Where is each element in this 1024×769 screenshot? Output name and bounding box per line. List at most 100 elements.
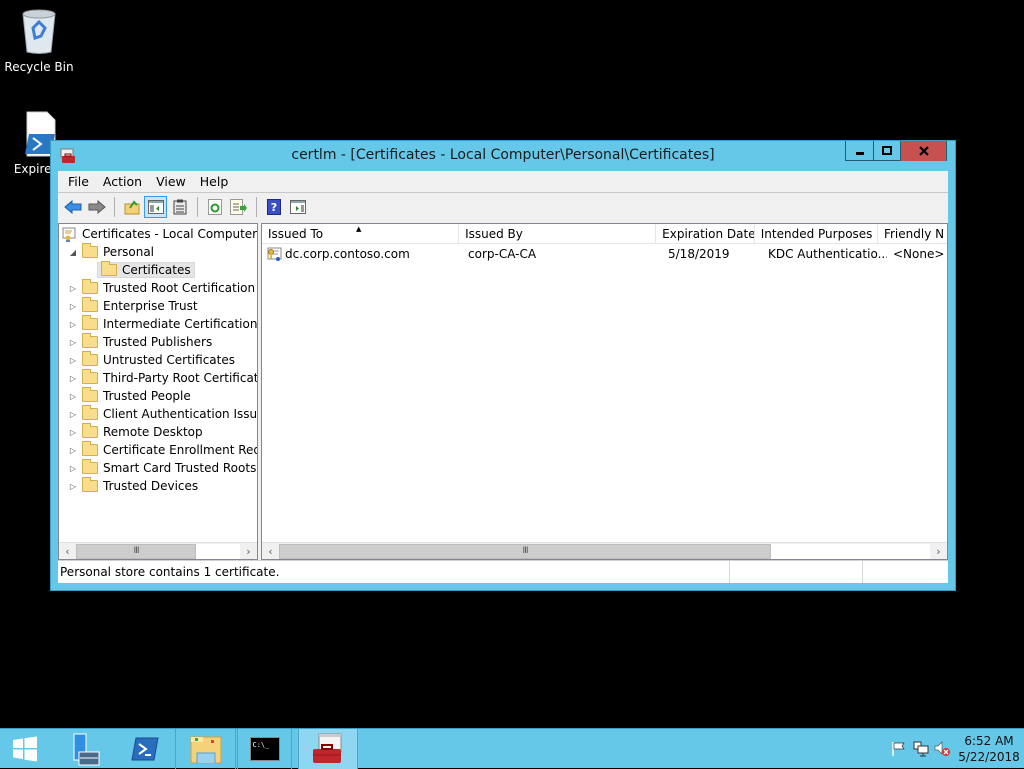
collapsed-arrow-icon[interactable]: ▷	[67, 482, 79, 491]
svg-text:?: ?	[270, 201, 276, 214]
folder-icon	[82, 315, 98, 330]
maximize-button[interactable]	[873, 141, 900, 161]
collapsed-arrow-icon[interactable]: ▷	[67, 392, 79, 401]
show-hide-tree-button[interactable]	[144, 196, 167, 218]
certlm-window: certlm - [Certificates - Local Computer\…	[50, 140, 956, 591]
tree-item[interactable]: Certificates	[97, 261, 195, 279]
tree-item[interactable]: ▷ Trusted Devices	[67, 477, 198, 495]
toolbar: ?	[58, 193, 948, 221]
tree-item[interactable]: ▷ Remote Desktop	[67, 423, 203, 441]
column-expiration-date[interactable]: Expiration Date	[656, 224, 755, 244]
tree-item[interactable]: ▷ Client Authentication Issuers	[67, 405, 258, 423]
certificate-icon	[267, 247, 282, 261]
cell-issued-by: corp-CA-CA	[468, 246, 537, 261]
title-bar[interactable]: certlm - [Certificates - Local Computer\…	[51, 141, 955, 171]
show-action-pane-icon	[289, 200, 306, 214]
back-button[interactable]	[61, 196, 84, 218]
tree-item[interactable]: ▷ Certificate Enrollment Reques	[67, 441, 257, 459]
tree-item-label: Client Authentication Issuers	[103, 407, 258, 421]
export-list-button[interactable]	[227, 196, 250, 218]
taskbar-file-explorer[interactable]	[175, 729, 236, 769]
column-issued-by[interactable]: Issued By	[459, 224, 657, 244]
collapsed-arrow-icon[interactable]: ▷	[67, 428, 79, 437]
menu-help[interactable]: Help	[193, 174, 236, 189]
scroll-right-button[interactable]: ›	[240, 543, 257, 560]
folder-icon	[82, 243, 98, 258]
minimize-button[interactable]	[846, 141, 873, 161]
tree-item[interactable]: ▷ Trusted Publishers	[67, 333, 212, 351]
tree-item-label: Certificate Enrollment Reques	[103, 443, 257, 457]
tree-item[interactable]: ▷ Intermediate Certification Au	[67, 315, 257, 333]
tree-item-content: Personal	[79, 243, 154, 259]
collapsed-arrow-icon[interactable]: ▷	[67, 284, 79, 293]
folder-icon	[82, 369, 98, 384]
menu-view[interactable]: View	[149, 174, 193, 189]
tree-item[interactable]: ▷ Enterprise Trust	[67, 297, 198, 315]
collapsed-arrow-icon[interactable]: ▷	[67, 320, 79, 329]
tree-item[interactable]: ▷ Smart Card Trusted Roots	[67, 459, 256, 477]
volume-button[interactable]	[932, 738, 954, 760]
clock[interactable]: 6:52 AM 5/22/2018	[954, 733, 1024, 765]
collapsed-arrow-icon[interactable]: ▷	[67, 338, 79, 347]
certificate-list: Issued To ▲ Issued By Expiration Date In…	[261, 223, 948, 560]
scroll-thumb[interactable]: III	[279, 543, 771, 559]
taskbar-powershell[interactable]	[117, 729, 172, 769]
tree-item-label: Untrusted Certificates	[103, 353, 235, 367]
tree-item[interactable]: ◢ Personal	[67, 243, 154, 261]
clock-time: 6:52 AM	[964, 734, 1014, 748]
taskbar-server-manager[interactable]	[55, 729, 110, 769]
menu-action[interactable]: Action	[96, 174, 149, 189]
scroll-thumb[interactable]: III	[76, 543, 196, 559]
expanded-arrow-icon[interactable]: ◢	[67, 248, 79, 257]
forward-button[interactable]	[85, 196, 108, 218]
tree-item-label: Smart Card Trusted Roots	[103, 461, 257, 475]
help-icon: ?	[266, 199, 281, 215]
column-intended-purposes[interactable]: Intended Purposes	[755, 224, 878, 244]
show-action-pane-button[interactable]	[286, 196, 309, 218]
list-horizontal-scrollbar[interactable]: ‹ III ›	[262, 542, 947, 559]
column-issued-to[interactable]: Issued To ▲	[262, 224, 460, 244]
scroll-left-button[interactable]: ‹	[262, 543, 279, 560]
tree-item-content: Trusted Publishers	[79, 333, 212, 349]
help-button[interactable]: ?	[262, 196, 285, 218]
collapsed-arrow-icon[interactable]: ▷	[67, 410, 79, 419]
system-tray: 6:52 AM 5/22/2018	[888, 729, 1024, 769]
start-button[interactable]	[0, 729, 50, 769]
refresh-button[interactable]	[203, 196, 226, 218]
taskbar-certlm[interactable]	[298, 729, 358, 769]
collapsed-arrow-icon[interactable]: ▷	[67, 356, 79, 365]
tree-item[interactable]: ▷ Trusted People	[67, 387, 191, 405]
tree-item-label: Enterprise Trust	[103, 299, 198, 313]
server-manager-icon	[73, 733, 99, 766]
paste-button[interactable]	[168, 196, 191, 218]
column-friendly-name[interactable]: Friendly N	[878, 224, 947, 244]
scroll-right-button[interactable]: ›	[930, 543, 947, 560]
tree-item[interactable]: ▷ Untrusted Certificates	[67, 351, 235, 369]
tree-horizontal-scrollbar[interactable]: ‹ III ›	[59, 542, 257, 559]
collapsed-arrow-icon[interactable]: ▷	[67, 302, 79, 311]
table-row[interactable]: dc.corp.contoso.com corp-CA-CA 5/18/2019…	[262, 244, 947, 263]
tree-item-content: Enterprise Trust	[79, 297, 198, 313]
collapsed-arrow-icon[interactable]: ▷	[67, 374, 79, 383]
up-level-button[interactable]	[120, 196, 143, 218]
taskbar-command-prompt[interactable]: C:\_	[237, 729, 292, 769]
scroll-left-button[interactable]: ‹	[59, 543, 76, 560]
cell-friendly-name: <None>	[893, 246, 945, 261]
tree-item[interactable]: ▷ Third-Party Root Certificatior	[67, 369, 257, 387]
scroll-track[interactable]: III	[76, 543, 240, 559]
folder-icon	[82, 423, 98, 438]
close-button[interactable]	[900, 141, 946, 161]
scroll-track[interactable]: III	[279, 543, 930, 559]
action-center-button[interactable]	[888, 738, 910, 760]
menu-file[interactable]: File	[61, 174, 96, 189]
windows-logo-icon	[13, 736, 37, 762]
status-panel	[729, 561, 862, 583]
cell-issued-to: dc.corp.contoso.com	[262, 246, 462, 262]
tree-item[interactable]: ▷ Trusted Root Certification Au	[67, 279, 257, 297]
collapsed-arrow-icon[interactable]: ▷	[67, 446, 79, 455]
tree-root[interactable]: Certificates - Local Computer	[62, 225, 257, 243]
tree-item-content: Third-Party Root Certificatior	[79, 369, 257, 385]
recycle-bin-shortcut[interactable]: Recycle Bin	[1, 8, 77, 74]
network-button[interactable]	[910, 738, 932, 760]
collapsed-arrow-icon[interactable]: ▷	[67, 464, 79, 473]
